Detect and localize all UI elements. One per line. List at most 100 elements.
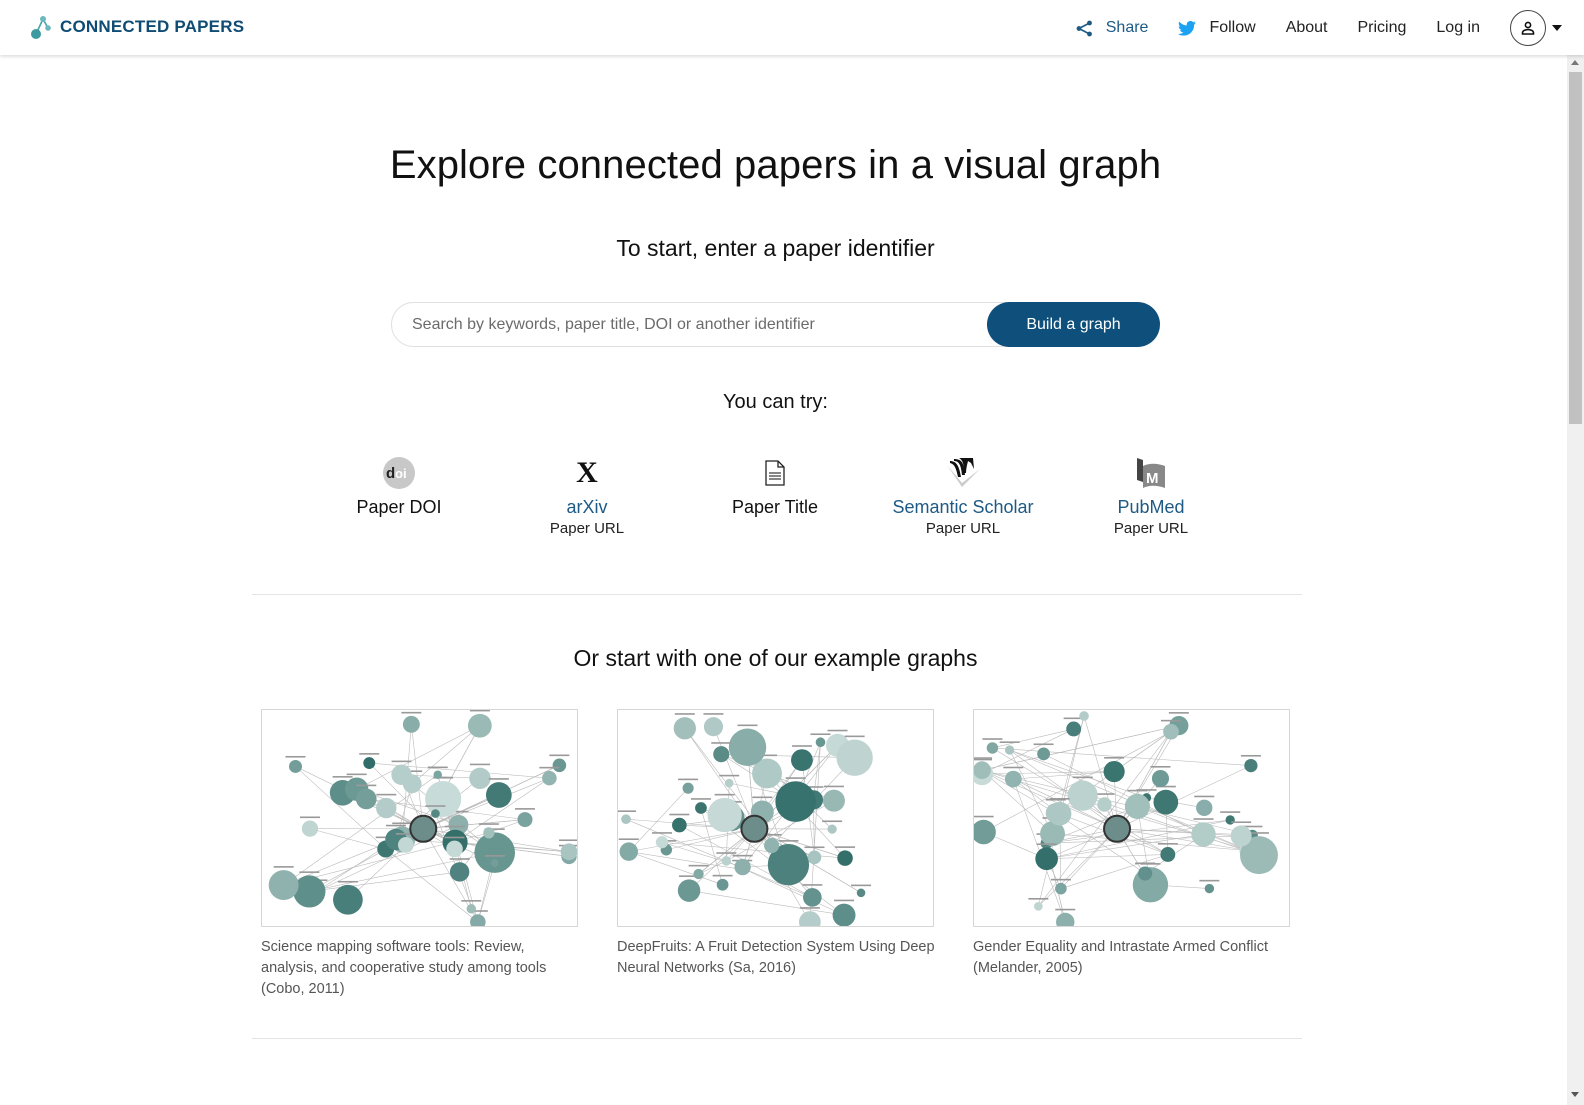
graph-node	[693, 868, 704, 880]
graph-node	[1056, 912, 1075, 926]
semantic-scholar-icon	[947, 458, 980, 487]
graph-node	[560, 843, 577, 861]
logo[interactable]: CONNECTED PAPERS	[30, 14, 244, 40]
follow-button[interactable]: Follow	[1178, 19, 1256, 37]
graph-node	[1004, 745, 1015, 755]
graph-node	[695, 802, 707, 814]
graph-node	[1066, 721, 1082, 737]
try-item-pubmed[interactable]: M PubMed Paper URL	[1061, 455, 1241, 537]
try-label: You can try:	[723, 391, 828, 413]
example-graph-card[interactable]: Science mapping software tools: Review, …	[261, 709, 579, 1000]
graph-node	[1067, 780, 1098, 811]
graph-node	[716, 878, 729, 891]
graph-node	[1151, 769, 1170, 788]
pricing-link[interactable]: Pricing	[1358, 19, 1407, 37]
graph-node	[673, 717, 696, 740]
graph-node	[1230, 825, 1252, 847]
chevron-down-icon	[1552, 25, 1562, 31]
graph-node	[1191, 822, 1216, 847]
graph-node	[1033, 901, 1043, 911]
graph-node-label	[356, 784, 377, 787]
account-menu-button[interactable]	[1510, 10, 1562, 46]
pubmed-icon: M	[1137, 458, 1165, 488]
try-item-semantic-scholar[interactable]: Semantic Scholar Paper URL	[873, 455, 1053, 537]
graph-node-label	[392, 822, 413, 825]
graph-node-label	[618, 838, 639, 840]
build-graph-button[interactable]: Build a graph	[987, 302, 1160, 347]
graph-node-label	[488, 778, 509, 780]
header-nav: Share Follow About Pricing Log in	[1076, 8, 1562, 48]
graph-node	[293, 875, 326, 908]
try-item-sub: Paper URL	[1113, 520, 1189, 537]
example-graph-card[interactable]: DeepFruits: A Fruit Detection System Usi…	[617, 709, 935, 979]
search-input[interactable]	[412, 303, 982, 346]
example-graph-card[interactable]: Gender Equality and Intrastate Armed Con…	[973, 709, 1291, 979]
graph-node-label	[703, 713, 724, 715]
page-subtitle: To start, enter a paper identifier	[616, 235, 935, 261]
graph-node	[775, 781, 816, 822]
graph-node-label	[478, 823, 499, 825]
graph-node-label	[974, 815, 994, 818]
try-item-doi[interactable]: d oi Paper DOI	[309, 455, 489, 518]
graph-node	[1037, 747, 1051, 761]
scroll-down-arrow-icon[interactable]	[1571, 1092, 1579, 1097]
graph-node	[974, 819, 996, 845]
graph-node	[483, 827, 495, 839]
graph-preview-image	[618, 713, 873, 926]
graph-origin-node	[1103, 814, 1132, 843]
graph-node	[301, 820, 319, 837]
graph-node	[1004, 770, 1022, 788]
graph-node-label	[346, 773, 367, 776]
graph-node	[707, 797, 742, 833]
graph-node-label	[1072, 776, 1093, 779]
try-item-sub: Paper URL	[925, 520, 1001, 537]
graph-node	[986, 742, 999, 754]
graph-node	[397, 837, 414, 853]
graph-node	[827, 824, 837, 834]
graph-node-label	[810, 733, 831, 736]
graph-node-label	[719, 774, 740, 777]
graph-node-label	[285, 755, 306, 758]
graph-node	[376, 797, 397, 819]
graph-node-label	[799, 907, 820, 909]
graph-node-label	[273, 866, 294, 868]
graph-node-label	[669, 813, 690, 816]
scrollbar-thumb[interactable]	[1569, 72, 1582, 424]
graph-node	[1196, 799, 1213, 816]
try-item-main: arXiv	[566, 497, 608, 517]
graph-node	[485, 782, 512, 808]
scroll-up-arrow-icon[interactable]	[1571, 60, 1579, 65]
section-divider	[252, 1038, 1302, 1039]
share-button[interactable]: Share	[1076, 19, 1149, 37]
graph-node-label	[678, 778, 699, 781]
graph-node	[431, 809, 440, 818]
try-item-paper-title[interactable]: Paper Title	[685, 455, 865, 518]
graph-node-label	[823, 785, 844, 788]
login-link[interactable]: Log in	[1436, 19, 1480, 37]
document-icon	[765, 460, 785, 486]
try-item-main: Paper DOI	[356, 497, 442, 517]
graph-node-label	[1135, 862, 1156, 865]
about-link[interactable]: About	[1286, 19, 1328, 37]
graph-node	[713, 746, 730, 763]
vertical-scrollbar[interactable]	[1567, 55, 1584, 1105]
try-item-main: Semantic Scholar	[892, 497, 1034, 517]
graph-node	[490, 859, 499, 868]
graph-node	[425, 780, 462, 818]
graph-node	[469, 767, 491, 790]
graph-node	[1244, 758, 1258, 773]
graph-preview-image	[268, 710, 577, 926]
graph-node-label	[844, 735, 865, 738]
graph-node-label	[974, 757, 992, 759]
graph-node	[856, 888, 866, 898]
graph-node-label	[1003, 766, 1024, 769]
graph-node	[815, 737, 826, 748]
try-item-arxiv[interactable]: X arXiv Paper URL	[497, 455, 677, 537]
graph-node	[1225, 815, 1235, 825]
try-item-main: Paper Title	[731, 497, 819, 517]
svg-text:d: d	[386, 465, 395, 482]
graph-node-label	[514, 808, 535, 810]
graph-node	[355, 788, 377, 810]
share-label: Share	[1105, 19, 1149, 36]
graph-node	[470, 914, 486, 926]
